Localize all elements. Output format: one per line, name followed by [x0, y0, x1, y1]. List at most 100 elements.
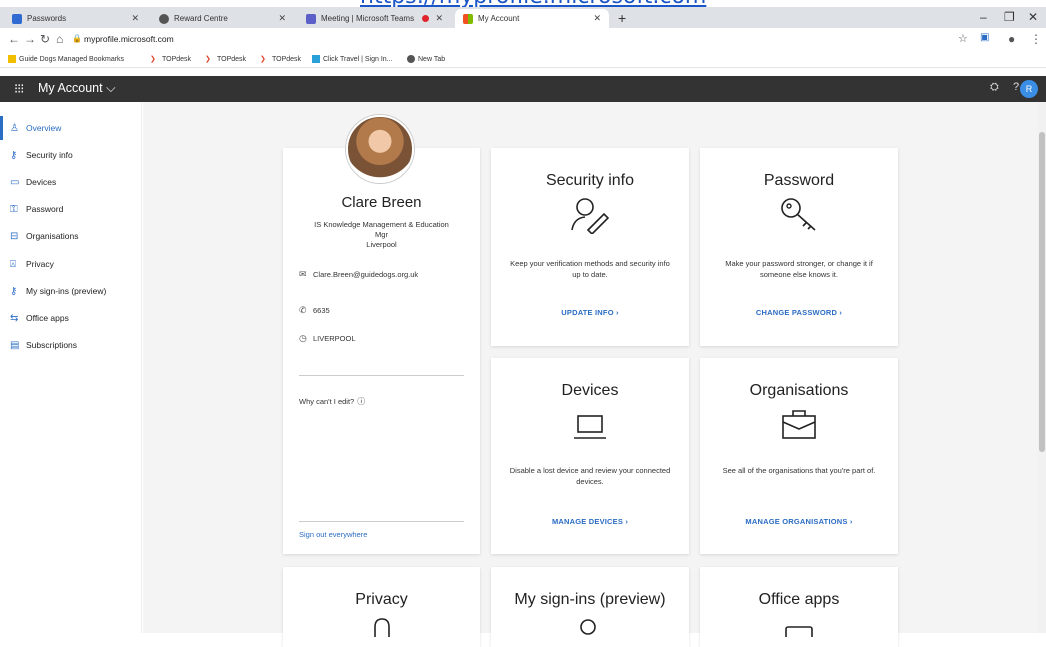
extension-icon[interactable]: ▣ — [980, 32, 989, 43]
bookmark-guide-dogs[interactable]: Guide Dogs Managed Bookmarks — [8, 55, 124, 63]
manage-devices-link[interactable]: MANAGE DEVICES › — [491, 517, 689, 526]
window-close-icon[interactable]: ✕ — [1028, 10, 1038, 24]
office-apps-icon — [785, 626, 813, 637]
card-title: Privacy — [355, 591, 408, 608]
sidebar-item-password[interactable]: ⚿ Password — [0, 197, 142, 221]
lock-icon: ⍓ — [10, 258, 16, 270]
sidebar-item-label: Organisations — [26, 231, 79, 241]
close-icon[interactable]: ✕ — [435, 13, 443, 24]
tab-reward-centre[interactable]: Reward Centre ✕ — [151, 9, 294, 28]
close-icon[interactable]: ✕ — [278, 13, 286, 24]
star-icon[interactable]: ☆ — [958, 32, 968, 45]
sidebar-item-label: Devices — [26, 177, 57, 187]
lock-icon[interactable]: 🔒 — [72, 34, 82, 43]
help-icon[interactable]: ? — [1013, 81, 1019, 93]
profile-icon[interactable]: ● — [1008, 32, 1015, 46]
profile-divider-bottom — [299, 521, 464, 522]
why-edit-text: Why can't I edit? — [299, 397, 355, 406]
close-icon[interactable]: ✕ — [593, 13, 601, 24]
url-field[interactable]: myprofile.microsoft.com — [84, 34, 174, 44]
menu-kebab-icon[interactable]: ⋮ — [1030, 32, 1042, 46]
sidebar-item-overview[interactable]: ♙ Overview — [0, 116, 142, 140]
card-title: Organisations — [749, 382, 849, 399]
sidebar-item-office-apps[interactable]: ⇆ Office apps — [0, 306, 142, 330]
sidebar-item-devices[interactable]: ▭ Devices — [0, 170, 142, 194]
role-line: IS Knowledge Management & Education — [314, 220, 449, 229]
update-info-link[interactable]: UPDATE INFO › — [491, 308, 689, 317]
sidebar-item-my-sign-ins[interactable]: ⚷ My sign-ins (preview) — [0, 279, 142, 303]
bookmark-topdesk-1[interactable]: ❯ TOPdesk — [150, 55, 192, 64]
bookmark-click-travel[interactable]: Click Travel | Sign In... — [312, 55, 393, 63]
sidebar-item-organisations[interactable]: ⊟ Organisations — [0, 224, 142, 248]
office-icon: ⇆ — [10, 312, 19, 324]
card-description: Make your password stronger, or change i… — [725, 259, 873, 279]
profile-photo[interactable] — [346, 115, 414, 183]
role-line: Mgr — [375, 230, 388, 239]
mail-icon: ✉ — [299, 269, 307, 279]
folder-icon — [8, 55, 16, 63]
new-tab-icon[interactable]: + — [618, 10, 626, 26]
tab-label: Passwords — [27, 14, 67, 23]
briefcase-icon: ⊟ — [10, 230, 19, 242]
location-icon: ◷ — [299, 333, 307, 343]
scrollbar[interactable] — [1038, 102, 1046, 633]
org-chart-icon[interactable]: ⛭ — [990, 81, 999, 94]
forward-icon[interactable]: → — [24, 32, 36, 46]
security-info-icon — [571, 198, 610, 234]
change-password-link[interactable]: CHANGE PASSWORD › — [700, 308, 898, 317]
bookmark-topdesk-3[interactable]: ❯ TOPdesk — [260, 55, 302, 64]
bookmark-topdesk-2[interactable]: ❯ TOPdesk — [205, 55, 246, 64]
profile-role: IS Knowledge Management & Education Mgr … — [301, 220, 462, 250]
bookmark-label: TOPdesk — [162, 55, 192, 63]
passwords-favicon — [12, 13, 22, 24]
avatar[interactable]: R — [1020, 80, 1038, 98]
sidebar-item-label: Security info — [26, 150, 73, 160]
bookmark-label: Guide Dogs Managed Bookmarks — [19, 55, 125, 63]
browser-tab-strip: Passwords ✕ Reward Centre ✕ Meeting | Mi… — [0, 7, 1046, 28]
why-cant-i-edit[interactable]: Why can't I edit? ⓘ — [299, 396, 365, 407]
lock-icon — [373, 618, 390, 637]
home-icon[interactable]: ⌂ — [56, 32, 63, 46]
profile-phone: ✆ 6635 — [299, 305, 330, 316]
minimize-icon[interactable]: – — [980, 10, 987, 24]
laptop-icon — [574, 415, 606, 439]
phone-icon: ✆ — [299, 305, 307, 315]
main-content: Clare Breen IS Knowledge Management & Ed… — [143, 102, 1046, 647]
laptop-icon: ▭ — [10, 176, 20, 188]
sidebar-item-security-info[interactable]: ⚷ Security info — [0, 143, 142, 167]
sign-out-everywhere-link[interactable]: Sign out everywhere — [299, 530, 367, 539]
scrollbar-thumb[interactable] — [1039, 132, 1045, 452]
info-icon[interactable]: ⓘ — [357, 396, 365, 407]
profile-divider — [299, 375, 464, 376]
card-description: Keep your verification methods and secur… — [510, 259, 670, 279]
tab-teams-meeting[interactable]: Meeting | Microsoft Teams ✕ — [298, 9, 451, 28]
recording-icon — [422, 15, 429, 22]
card-title: Devices — [561, 382, 619, 399]
bookmark-label: Click Travel | Sign In... — [323, 55, 393, 63]
reload-icon[interactable]: ↻ — [40, 32, 50, 46]
sidebar-item-subscriptions[interactable]: ▤ Subscriptions — [0, 333, 142, 357]
manage-organisations-link[interactable]: MANAGE ORGANISATIONS › — [700, 517, 898, 526]
app-title-dropdown[interactable]: My Account ⌵ — [38, 81, 116, 96]
tab-my-account[interactable]: My Account ✕ — [455, 9, 609, 28]
back-icon[interactable]: ← — [8, 32, 20, 46]
click-travel-icon — [312, 55, 320, 63]
sidebar-item-privacy[interactable]: ⍓ Privacy — [0, 252, 142, 276]
app-title: My Account — [38, 81, 103, 95]
role-line: Liverpool — [366, 240, 397, 249]
app-launcher-icon[interactable]: ⁝⁝⁝ — [14, 81, 24, 97]
card-title: Security info — [545, 172, 635, 189]
office-apps-card: Office apps — [700, 567, 898, 647]
card-description: Disable a lost device and review your co… — [509, 466, 671, 486]
profile-location: ◷ LIVERPOOL — [299, 333, 356, 344]
close-icon[interactable]: ✕ — [131, 13, 139, 24]
phone-text: 6635 — [313, 306, 330, 315]
tab-label: My Account — [478, 14, 520, 23]
briefcase-icon — [782, 410, 816, 439]
bookmarks-bar: Guide Dogs Managed Bookmarks ❯ TOPdesk ❯ T… — [0, 52, 1046, 68]
tab-passwords[interactable]: Passwords ✕ — [4, 9, 147, 28]
restore-icon[interactable]: ❐ — [1004, 10, 1015, 24]
security-icon: ⚷ — [10, 149, 18, 161]
bookmark-new-tab[interactable]: New Tab — [407, 55, 445, 63]
bookmark-label: TOPdesk — [272, 55, 302, 63]
